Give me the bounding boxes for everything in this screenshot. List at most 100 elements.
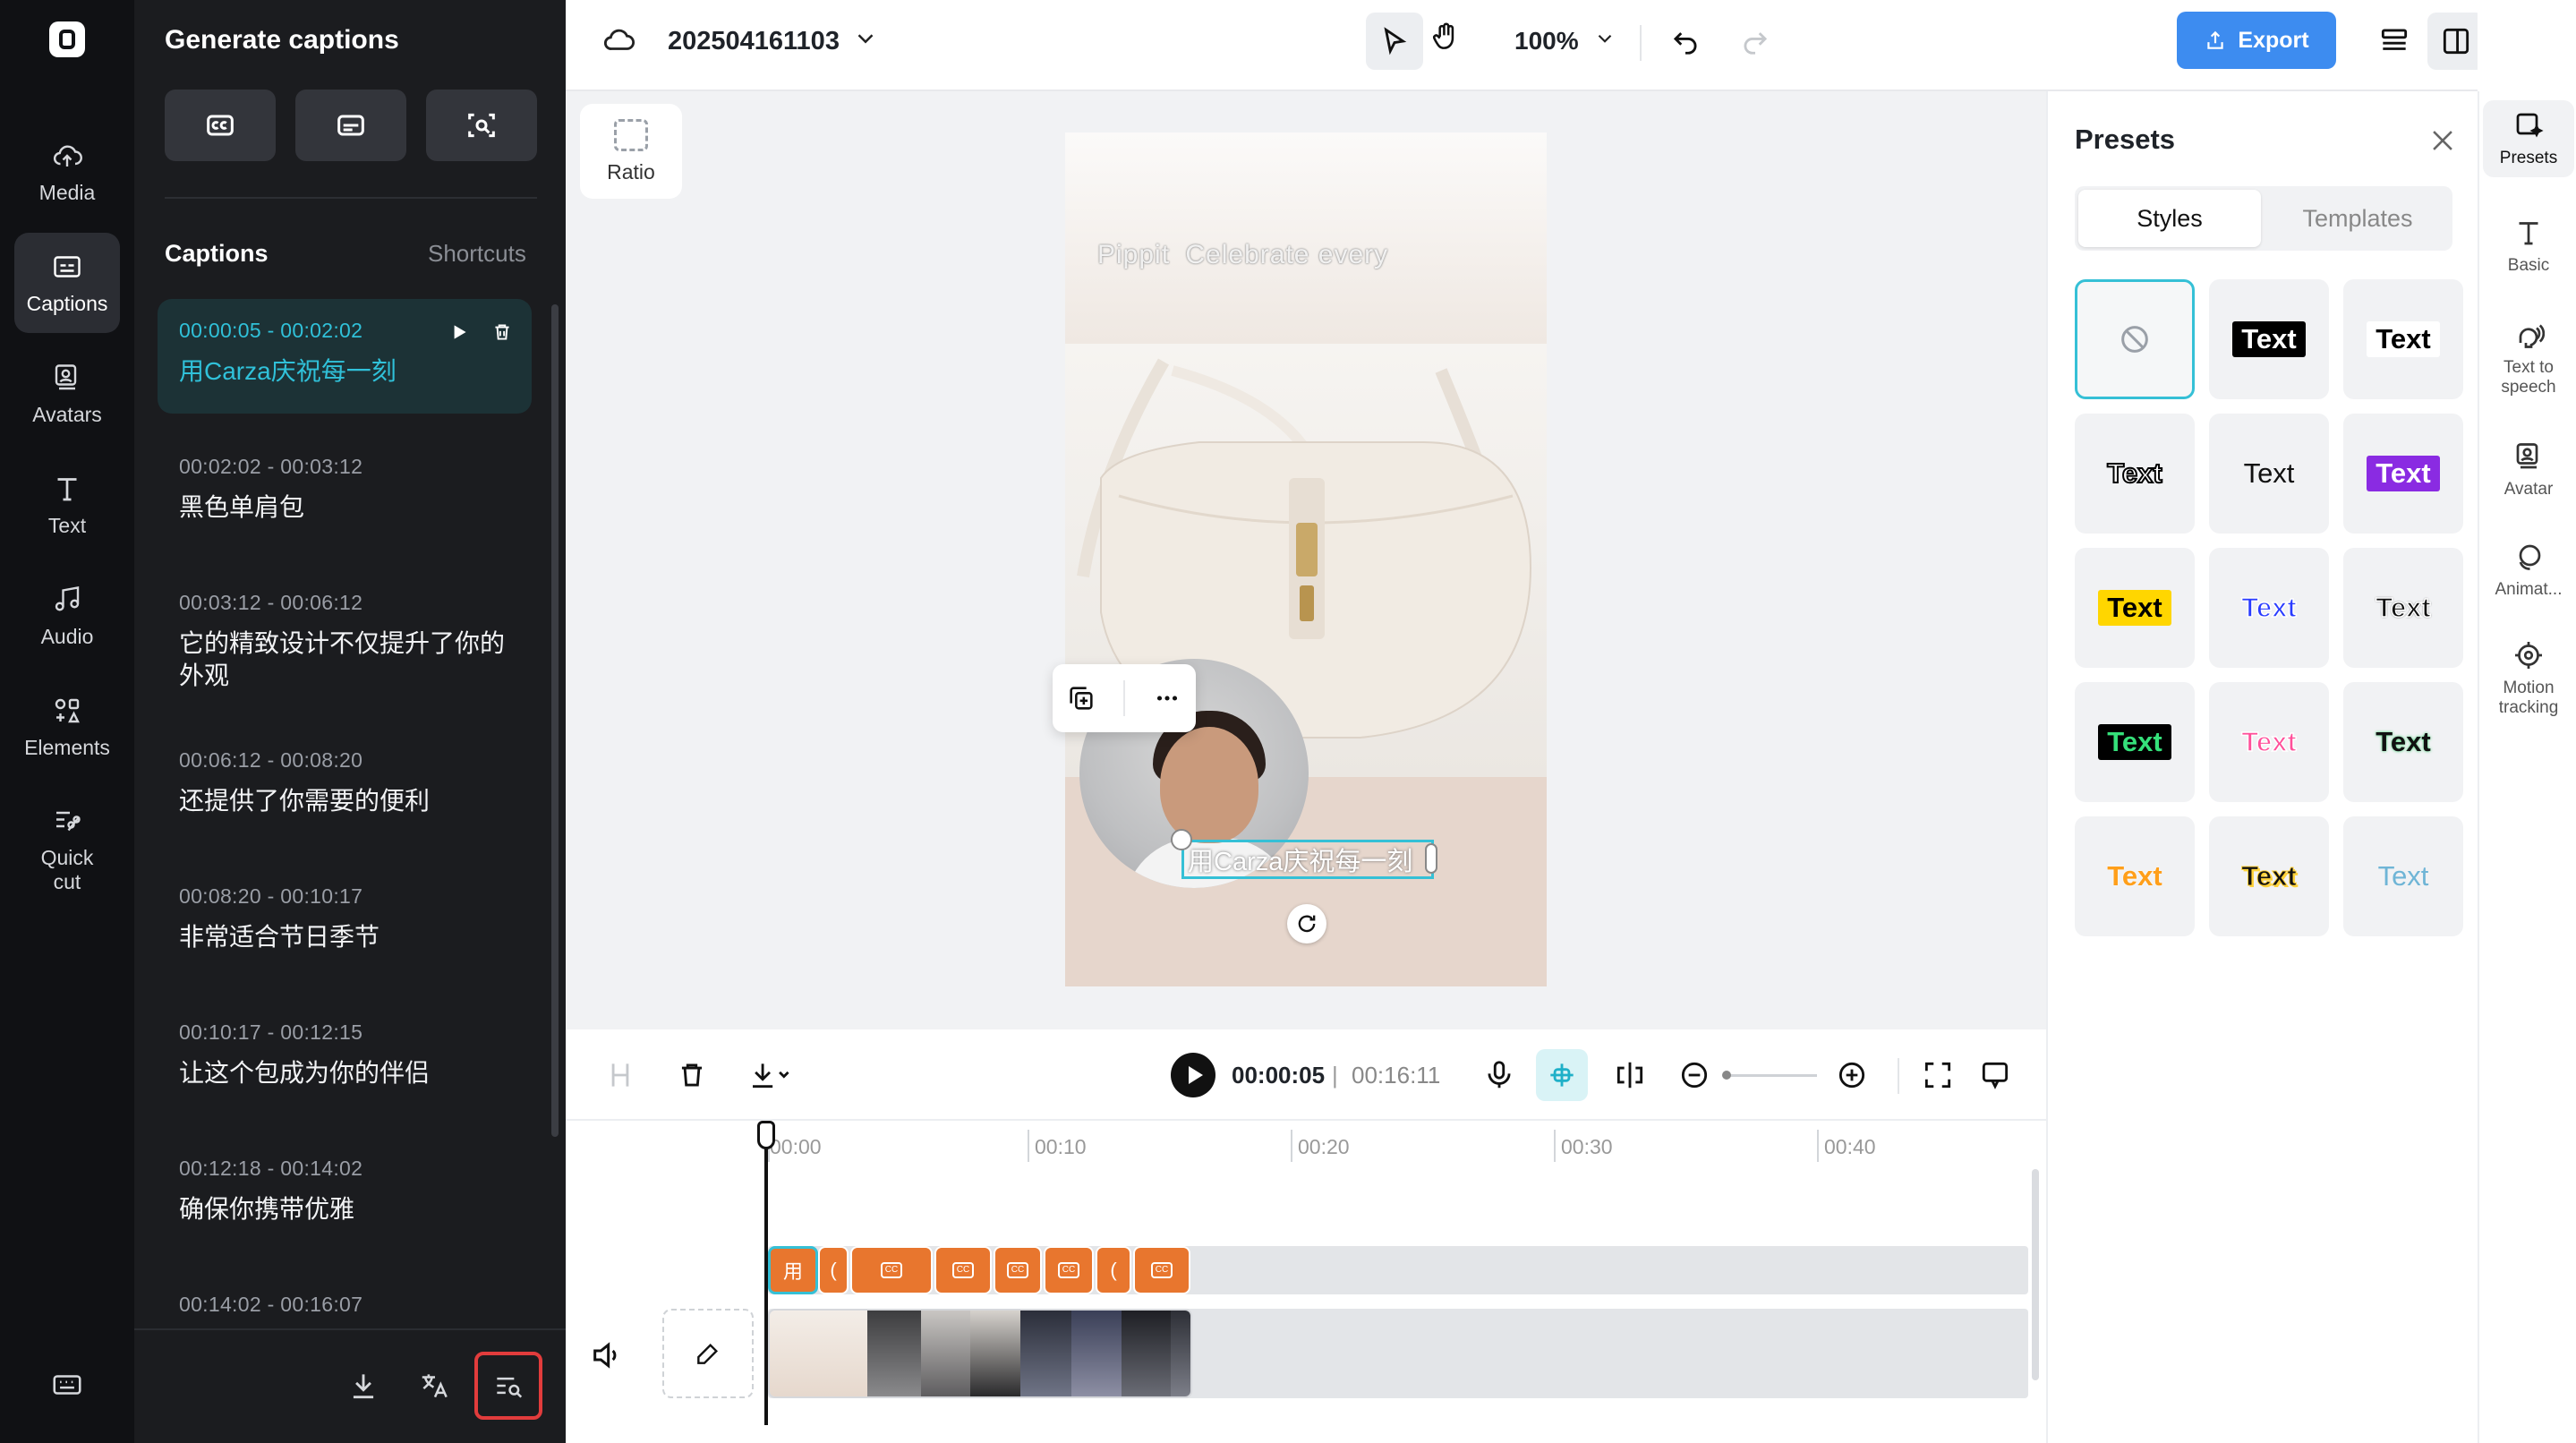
caption-item[interactable]: 00:10:17 - 00:12:15 让这个包成为你的伴侣 — [158, 1001, 532, 1115]
find-replace-button[interactable] — [474, 1352, 542, 1420]
download-captions-button[interactable] — [329, 1352, 397, 1420]
style-preset[interactable]: Text — [2075, 816, 2195, 936]
caption-clip[interactable]: CC — [934, 1246, 992, 1294]
style-preset[interactable]: Text — [2075, 682, 2195, 802]
caption-text[interactable]: 非常适合节日季节 — [179, 921, 510, 953]
rail-item-elements[interactable]: Elements — [14, 677, 120, 777]
caption-item[interactable]: 00:00:05 - 00:02:02 用Carza庆祝每一刻 — [158, 299, 532, 414]
caption-clip[interactable]: CC — [1044, 1246, 1094, 1294]
caption-item[interactable]: 00:14:02 - 00:16:07 — [158, 1273, 532, 1328]
style-preset[interactable]: Text — [2343, 279, 2463, 399]
rail-item-media[interactable]: Media — [14, 122, 120, 222]
auto-captions-button[interactable] — [165, 90, 276, 161]
rail-item-text[interactable]: Text — [14, 455, 120, 555]
keyboard-icon[interactable] — [50, 1368, 84, 1402]
rail-item-audio[interactable]: Audio — [14, 566, 120, 666]
chevron-down-icon[interactable] — [852, 25, 879, 52]
style-preset[interactable]: Text — [2343, 548, 2463, 668]
project-name[interactable]: 202504161103 — [668, 27, 840, 56]
captions-scrollbar[interactable] — [551, 304, 559, 1137]
timeline-zoom-slider[interactable] — [1726, 1074, 1817, 1077]
more-icon[interactable] — [1152, 683, 1182, 713]
shortcuts-link[interactable]: Shortcuts — [428, 240, 526, 268]
video-clip[interactable] — [768, 1309, 1192, 1398]
duplicate-icon[interactable] — [1066, 683, 1096, 713]
caption-item[interactable]: 00:06:12 - 00:08:20 还提供了你需要的便利 — [158, 729, 532, 843]
rrail-item-presets[interactable]: Presets — [2483, 100, 2574, 177]
timeline-scrollbar[interactable] — [2032, 1169, 2039, 1380]
resize-handle[interactable] — [1171, 829, 1192, 850]
caption-text[interactable]: 确保你携带优雅 — [179, 1193, 510, 1225]
split-screen-icon[interactable] — [1611, 1056, 1649, 1094]
zoom-level[interactable]: 100% — [1514, 27, 1579, 56]
caption-clip[interactable]: 用 — [768, 1246, 818, 1294]
microphone-icon[interactable] — [1480, 1056, 1518, 1094]
style-preset[interactable]: Text — [2209, 816, 2329, 936]
ratio-button[interactable]: Ratio — [580, 104, 682, 199]
play-button[interactable] — [1171, 1053, 1215, 1097]
tab-styles[interactable]: Styles — [2078, 190, 2261, 247]
caption-clip[interactable]: CC — [1133, 1246, 1190, 1294]
download-dropdown[interactable] — [743, 1056, 797, 1094]
style-preset[interactable]: Text — [2209, 682, 2329, 802]
undo-icon[interactable] — [1668, 23, 1702, 57]
tab-templates[interactable]: Templates — [2266, 190, 2449, 247]
caption-clip[interactable]: CC — [994, 1246, 1042, 1294]
resize-handle[interactable] — [1425, 843, 1437, 874]
style-preset[interactable]: Text — [2343, 816, 2463, 936]
edit-cover-button[interactable] — [662, 1309, 754, 1398]
caption-clip[interactable]: ( — [1096, 1246, 1131, 1294]
select-tool-button[interactable] — [1366, 13, 1423, 70]
app-logo[interactable] — [49, 21, 85, 57]
caption-text[interactable]: 黑色单肩包 — [179, 491, 510, 524]
style-preset[interactable]: Text — [2343, 414, 2463, 534]
caption-item[interactable]: 00:03:12 - 00:06:12 它的精致设计不仅提升了你的外观 — [158, 571, 532, 707]
caption-text[interactable]: 它的精致设计不仅提升了你的外观 — [179, 628, 510, 692]
scan-captions-button[interactable] — [426, 90, 537, 161]
playhead-handle[interactable] — [757, 1121, 775, 1149]
style-preset[interactable]: Text — [2075, 548, 2195, 668]
caption-clip[interactable]: CC — [850, 1246, 933, 1294]
rrail-item-basic[interactable]: Basic — [2483, 217, 2574, 276]
rail-item-avatars[interactable]: Avatars — [14, 344, 120, 444]
selected-caption-overlay[interactable]: 用Carza庆祝每一刻 — [1181, 840, 1434, 879]
cloud-sync-icon[interactable] — [601, 23, 635, 57]
trash-icon[interactable] — [490, 320, 514, 344]
feedback-icon[interactable] — [1976, 1056, 2014, 1094]
rail-item-quick-cut[interactable]: Quick cut — [14, 791, 120, 908]
export-button[interactable]: Export — [2177, 12, 2336, 69]
caption-item[interactable]: 00:02:02 - 00:03:12 黑色单肩包 — [158, 435, 532, 550]
panel-layout-button[interactable] — [2427, 13, 2485, 70]
rrail-item-motion-tracking[interactable]: Motion tracking — [2483, 639, 2574, 718]
style-preset[interactable]: Text — [2209, 414, 2329, 534]
style-preset[interactable]: Text — [2209, 279, 2329, 399]
rrail-item-avatar[interactable]: Avatar — [2483, 440, 2574, 500]
zoom-in-icon[interactable] — [1833, 1056, 1871, 1094]
rrail-item-text-to-speech[interactable]: Text to speech — [2483, 319, 2574, 397]
translate-button[interactable] — [401, 1352, 469, 1420]
rail-item-captions[interactable]: Captions — [14, 233, 120, 333]
caption-clip[interactable]: ( — [818, 1246, 849, 1294]
hand-tool-button[interactable] — [1429, 20, 1463, 54]
caption-item[interactable]: 00:12:18 - 00:14:02 确保你携带优雅 — [158, 1137, 532, 1251]
split-icon[interactable] — [601, 1056, 639, 1094]
trash-icon[interactable] — [673, 1056, 711, 1094]
chevron-down-icon[interactable] — [1593, 27, 1616, 50]
play-icon[interactable] — [448, 320, 471, 344]
playhead[interactable] — [764, 1121, 768, 1425]
caption-text[interactable]: 用Carza庆祝每一刻 — [179, 355, 510, 388]
caption-text[interactable]: 还提供了你需要的便利 — [179, 785, 510, 817]
overlay-text[interactable]: Pippit Celebrate every — [1097, 240, 1388, 270]
manual-captions-button[interactable] — [295, 90, 406, 161]
layers-icon[interactable] — [2377, 23, 2411, 57]
rotate-handle[interactable] — [1287, 904, 1326, 944]
style-preset[interactable]: Text — [2075, 414, 2195, 534]
volume-icon[interactable] — [589, 1337, 625, 1373]
slider-thumb[interactable] — [1722, 1071, 1731, 1080]
fullscreen-icon[interactable] — [1919, 1056, 1957, 1094]
caption-text[interactable]: 让这个包成为你的伴侣 — [179, 1057, 510, 1089]
style-preset[interactable]: Text — [2343, 682, 2463, 802]
redo-icon[interactable] — [1738, 23, 1772, 57]
caption-item[interactable]: 00:08:20 - 00:10:17 非常适合节日季节 — [158, 865, 532, 979]
rrail-item-animation[interactable]: Animat... — [2483, 541, 2574, 600]
